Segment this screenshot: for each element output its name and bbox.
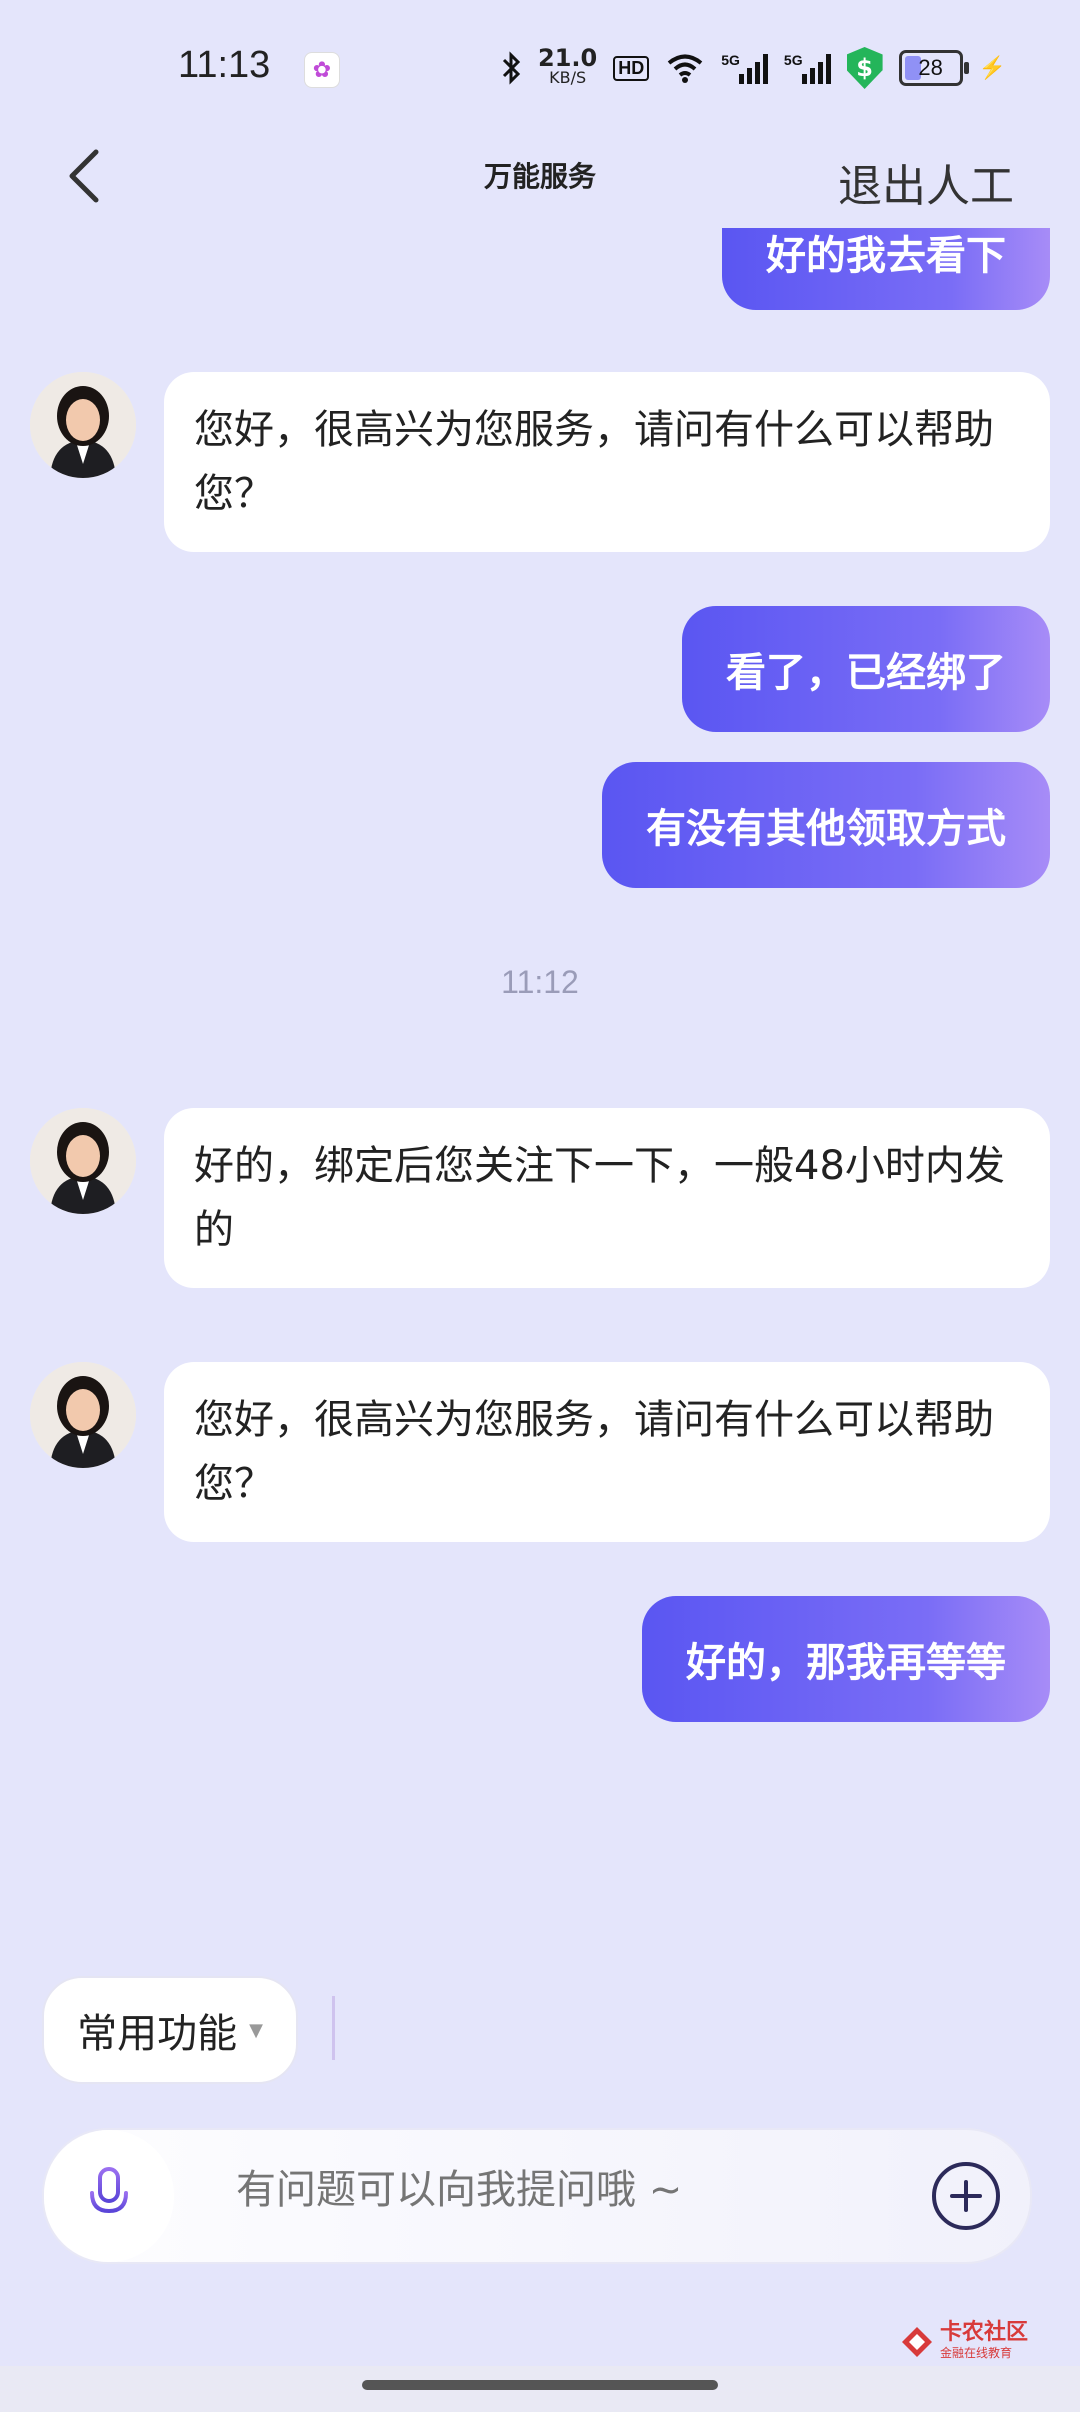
agent-message: 您好，很高兴为您服务，请问有什么可以帮助您？ — [164, 1362, 1050, 1542]
app-notification-icon: ✿ — [304, 52, 340, 88]
user-message: 有没有其他领取方式 — [602, 762, 1050, 888]
user-message: 看了，已经绑了 — [682, 606, 1050, 732]
hd-icon: HD — [613, 55, 650, 81]
home-indicator[interactable] — [362, 2380, 718, 2390]
watermark-title: 卡农社区 — [940, 2320, 1029, 2345]
message-input[interactable] — [234, 2166, 878, 2214]
chevron-down-icon: ▼ — [249, 2019, 263, 2041]
user-message: 好的我去看下 — [722, 228, 1050, 310]
microphone-icon — [90, 2167, 128, 2225]
charging-icon: ⚡ — [978, 55, 1006, 80]
exit-human-button[interactable]: 退出人工 — [838, 150, 1014, 214]
watermark-logo-icon — [902, 2326, 932, 2357]
add-icon[interactable] — [930, 2160, 1002, 2232]
voice-input-button[interactable] — [44, 2130, 174, 2262]
status-bar: 11:13 ✿ 21.0 KB/S HD 5G 5G $ 28 ⚡ — [0, 0, 1080, 130]
watermark: 卡农社区 金融在线教育 — [900, 2322, 1028, 2361]
battery-icon: 28 — [898, 50, 969, 86]
message-text: 您好，很高兴为您服务，请问有什么可以帮助您？ — [194, 1397, 994, 1507]
system-icons: 21.0 KB/S HD 5G 5G $ 28 ⚡ — [500, 46, 1006, 90]
divider — [332, 1996, 335, 2060]
message-timestamp: 11:12 — [501, 964, 579, 1000]
status-time: 11:13 — [178, 44, 271, 86]
message-text: 有没有其他领取方式 — [646, 806, 1006, 852]
message-text: 您好，很高兴为您服务，请问有什么可以帮助您？ — [194, 407, 994, 517]
agent-message: 您好，很高兴为您服务，请问有什么可以帮助您？ — [164, 372, 1050, 552]
agent-message: 好的，绑定后您关注下一下，一般48小时内发的 — [164, 1108, 1050, 1288]
user-message: 好的，那我再等等 — [642, 1596, 1050, 1722]
bluetooth-icon — [502, 51, 521, 85]
security-shield-icon: $ — [846, 47, 883, 89]
agent-avatar — [30, 1108, 136, 1214]
chat-area: 好的我去看下 您好，很高兴为您服务，请问有什么可以帮助您？ 看了，已经绑了 有没… — [0, 228, 1080, 1948]
wifi-icon — [667, 54, 703, 83]
input-bar — [42, 2128, 1032, 2264]
signal-icon-sim1: 5G — [721, 52, 768, 84]
message-text: 看了，已经绑了 — [726, 650, 1006, 696]
watermark-subtitle: 金融在线教育 — [940, 2346, 1013, 2360]
message-text: 好的，那我再等等 — [686, 1640, 1006, 1686]
network-speed: 21.0 KB/S — [538, 44, 598, 87]
agent-avatar — [30, 372, 136, 478]
common-functions-button[interactable]: 常用功能 ▼ — [42, 1976, 298, 2084]
signal-icon-sim2: 5G — [784, 52, 831, 84]
common-functions-label: 常用功能 — [77, 2011, 238, 2057]
message-text: 好的，绑定后您关注下一下，一般48小时内发的 — [194, 1143, 1005, 1253]
agent-avatar — [30, 1362, 136, 1468]
message-text: 好的我去看下 — [766, 233, 1006, 279]
